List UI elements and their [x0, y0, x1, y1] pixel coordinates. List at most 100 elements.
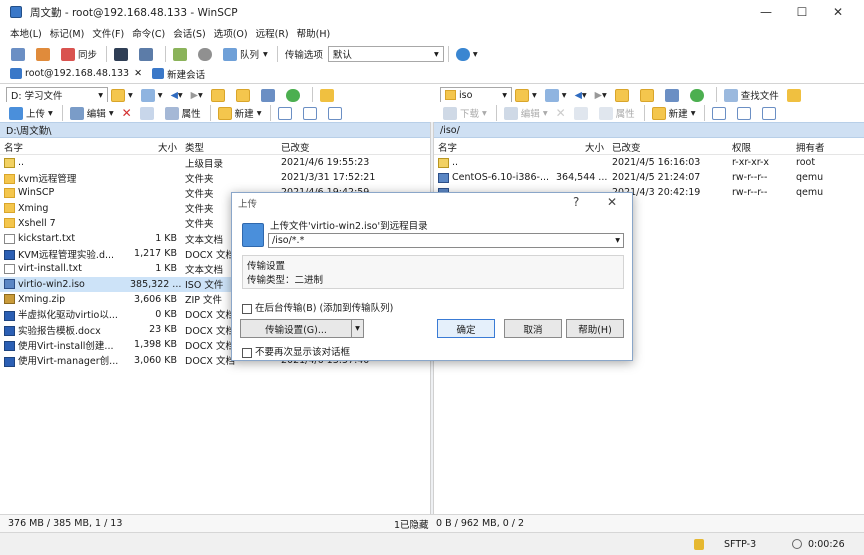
docx-icon [4, 250, 15, 261]
tab-close-icon[interactable]: ✕ [134, 68, 142, 79]
toolbar-separator [106, 46, 108, 62]
up-icon [438, 157, 449, 168]
tab-session[interactable]: root@192.168.48.133 ✕ [10, 68, 142, 79]
preferences-button[interactable] [170, 45, 193, 63]
close-button[interactable]: ✕ [820, 0, 856, 24]
right-invert-button[interactable] [759, 104, 782, 122]
synchronize-browsing-button[interactable] [33, 45, 56, 63]
column-rights[interactable]: 权限 [728, 140, 792, 154]
transfer-settings-button[interactable]: 传输设置(G)... [240, 319, 352, 338]
toolbar-separator [704, 105, 706, 121]
rename-icon [573, 106, 588, 120]
dialog-help-icon[interactable]: ? [573, 195, 579, 209]
chevron-down-icon: ▾ [482, 107, 487, 119]
left-drive-select[interactable]: D: 学习文件 ▾ [6, 87, 108, 103]
menu-commands[interactable]: 命令(C) [132, 26, 165, 40]
gear-button[interactable] [195, 45, 218, 63]
file-row[interactable]: .. 2021/4/5 16:16:03 r-xr-xr-x root [434, 155, 864, 170]
left-invert-button[interactable] [325, 104, 348, 122]
dialog-close-button[interactable]: ✕ [607, 195, 617, 209]
right-dir-select[interactable]: iso ▾ [440, 87, 512, 103]
menu-options[interactable]: 选项(O) [214, 26, 248, 40]
transfer-settings-preset-button[interactable]: ▾ [453, 45, 481, 63]
maximize-button[interactable]: ☐ [784, 0, 820, 24]
column-type[interactable]: 类型 [181, 140, 277, 154]
column-owner[interactable]: 拥有者 [792, 140, 852, 154]
menu-local[interactable]: 本地(L) [10, 26, 42, 40]
file-row[interactable]: CentOS-6.10-i386-... 364,544 ... 2021/4/5 … [434, 170, 864, 185]
left-deselect-button[interactable] [300, 104, 323, 122]
folder-icon [4, 187, 15, 198]
left-properties-button[interactable]: 属性 [162, 104, 204, 122]
file-name: Xming.zip [18, 293, 66, 305]
compare-icon [11, 47, 25, 61]
column-name[interactable]: 名字 [434, 140, 552, 154]
left-select-all-button[interactable] [275, 104, 298, 122]
queue-button[interactable]: 队列 ▾ [220, 45, 271, 63]
column-modified[interactable]: 已改变 [608, 140, 728, 154]
help-button[interactable]: 帮助(H) [566, 319, 624, 338]
left-new-button[interactable]: 新建 ▾ [215, 104, 265, 122]
right-edit-button[interactable]: 编辑 ▾ [501, 104, 551, 122]
minimize-button[interactable]: — [748, 0, 784, 24]
file-name: KVM远程管理实验.d... [18, 249, 115, 261]
toolbar-separator [209, 105, 211, 121]
target-directory-input[interactable]: /iso/*.* ▾ [268, 233, 624, 248]
chevron-down-icon: ▾ [502, 89, 507, 101]
background-transfer-checkbox[interactable]: 在后台传输(B) (添加到传输队列) [242, 300, 393, 314]
transfer-options-select[interactable]: 默认 ▾ [327, 46, 444, 62]
menu-mark[interactable]: 标记(M) [50, 26, 85, 40]
search-icon [723, 88, 738, 102]
column-modified[interactable]: 已改变 [277, 140, 427, 154]
invert-icon [328, 106, 343, 120]
tab-new-session[interactable]: 新建会话 [152, 67, 205, 81]
column-name[interactable]: 名字 [0, 140, 126, 154]
checkbox-box[interactable] [242, 303, 252, 314]
column-size[interactable]: 大小 [126, 140, 181, 154]
file-type: 文件夹 [185, 173, 214, 185]
right-deselect-button[interactable] [734, 104, 757, 122]
dont-show-again-checkbox[interactable]: 不要再次显示该对话框 [242, 344, 350, 358]
transfer-settings-dropdown[interactable]: ▾ [352, 319, 364, 338]
menu-file[interactable]: 文件(F) [92, 26, 124, 40]
txt-icon [4, 263, 15, 274]
file-size: 3,606 KB [134, 293, 177, 305]
menu-session[interactable]: 会话(S) [173, 26, 205, 40]
new-label: 新建 [668, 109, 688, 120]
menu-remote[interactable]: 远程(R) [256, 26, 289, 40]
column-size[interactable]: 大小 [552, 140, 608, 154]
left-upload-button[interactable]: 上传 ▾ [6, 104, 56, 122]
left-path-bar[interactable]: D:\周文勤\ [0, 122, 430, 138]
terminal-button[interactable] [111, 45, 134, 63]
putty-button[interactable] [136, 45, 159, 63]
right-status: 0 B / 962 MB, 0 / 2 [436, 518, 525, 529]
right-select-all-button[interactable] [709, 104, 732, 122]
up-icon [4, 157, 15, 168]
right-new-button[interactable]: 新建 ▾ [649, 104, 699, 122]
left-edit-button[interactable]: 编辑 ▾ [67, 104, 117, 122]
left-rename-button[interactable] [137, 104, 160, 122]
checkbox-box[interactable] [242, 347, 252, 358]
menu-help[interactable]: 帮助(H) [297, 26, 331, 40]
sync-button[interactable]: 同步 [58, 45, 100, 63]
file-size: 1 KB [155, 233, 177, 245]
file-row[interactable]: kvm远程管理 文件夹 2021/3/31 17:52:21 [0, 170, 430, 185]
folder-icon [4, 174, 15, 185]
right-download-button[interactable]: 下载 ▾ [440, 104, 490, 122]
right-hidden-count: 1已隐藏 [394, 519, 429, 531]
file-row[interactable]: .. 上级目录 2021/4/6 19:55:23 [0, 155, 430, 170]
right-delete-button[interactable]: ✕ [553, 104, 569, 122]
right-path-bar[interactable]: /iso/ [434, 122, 864, 138]
ok-button[interactable]: 确定 [437, 319, 495, 338]
file-name: .. [452, 157, 459, 169]
right-rename-button[interactable] [571, 104, 594, 122]
file-modified: 2021/4/6 19:55:23 [281, 157, 370, 169]
cancel-button[interactable]: 取消 [504, 319, 562, 338]
right-properties-button[interactable]: 属性 [596, 104, 638, 122]
left-delete-button[interactable]: ✕ [119, 104, 135, 122]
file-name-cell: 使用Virt-manager创... [0, 353, 126, 367]
edit-label: 编辑 [86, 109, 106, 120]
plus-icon [278, 106, 293, 120]
chevron-down-icon: ▾ [263, 48, 268, 60]
compare-button[interactable] [8, 45, 31, 63]
